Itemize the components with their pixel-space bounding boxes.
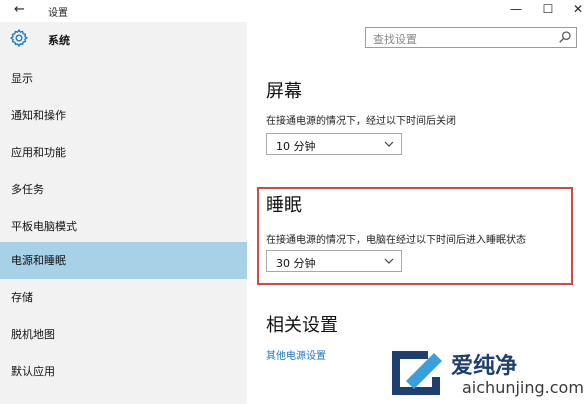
- sleep-heading: 睡眠: [266, 195, 302, 216]
- screen-timeout-value: 10 分钟: [276, 140, 316, 153]
- chevron-down-icon: [384, 258, 394, 264]
- sidebar-item-tablet-mode[interactable]: 平板电脑模式: [0, 208, 247, 245]
- watermark-logo-icon: [392, 351, 442, 395]
- sleep-timeout-dropdown[interactable]: 30 分钟: [266, 250, 402, 272]
- sidebar-header: 系统: [0, 22, 247, 60]
- sleep-timeout-value: 30 分钟: [276, 257, 316, 270]
- sidebar-item-storage[interactable]: 存储: [0, 279, 247, 316]
- search-input[interactable]: 查找设置: [365, 27, 577, 48]
- sleep-description: 在接通电源的情况下，电脑在经过以下时间后进入睡眠状态: [266, 235, 526, 246]
- sidebar-item-default-apps[interactable]: 默认应用: [0, 353, 247, 390]
- back-arrow-icon[interactable]: ←: [14, 2, 25, 17]
- sidebar-title: 系统: [48, 34, 70, 47]
- watermark-url: aichunjing.com: [462, 378, 584, 397]
- minimize-icon[interactable]: —: [501, 0, 531, 20]
- related-settings-heading: 相关设置: [266, 315, 338, 336]
- sidebar-item-display[interactable]: 显示: [0, 60, 247, 97]
- title-bar: ← 设置 — ☐ ✕: [0, 0, 586, 22]
- screen-heading: 屏幕: [266, 81, 302, 102]
- window-title: 设置: [48, 8, 68, 19]
- chevron-down-icon: [384, 141, 394, 147]
- additional-power-settings-link[interactable]: 其他电源设置: [266, 347, 326, 362]
- sidebar-item-apps[interactable]: 应用和功能: [0, 134, 247, 171]
- sidebar-item-notifications[interactable]: 通知和操作: [0, 97, 247, 134]
- search-placeholder: 查找设置: [373, 33, 417, 46]
- maximize-icon[interactable]: ☐: [533, 0, 563, 20]
- gear-icon: [9, 28, 29, 48]
- close-icon[interactable]: ✕: [563, 0, 586, 20]
- sidebar-item-multitasking[interactable]: 多任务: [0, 171, 247, 208]
- screen-description: 在接通电源的情况下，经过以下时间后关闭: [266, 116, 456, 127]
- watermark-name: 爱纯净: [451, 354, 518, 379]
- sidebar-item-power-sleep[interactable]: 电源和睡眠: [0, 242, 247, 279]
- search-icon[interactable]: [558, 30, 572, 44]
- sidebar-item-offline-maps[interactable]: 脱机地图: [0, 316, 247, 353]
- sidebar: 系统 显示 通知和操作 应用和功能 多任务 平板电脑模式 电源和睡眠 存储 脱机…: [0, 22, 247, 404]
- screen-timeout-dropdown[interactable]: 10 分钟: [266, 133, 402, 155]
